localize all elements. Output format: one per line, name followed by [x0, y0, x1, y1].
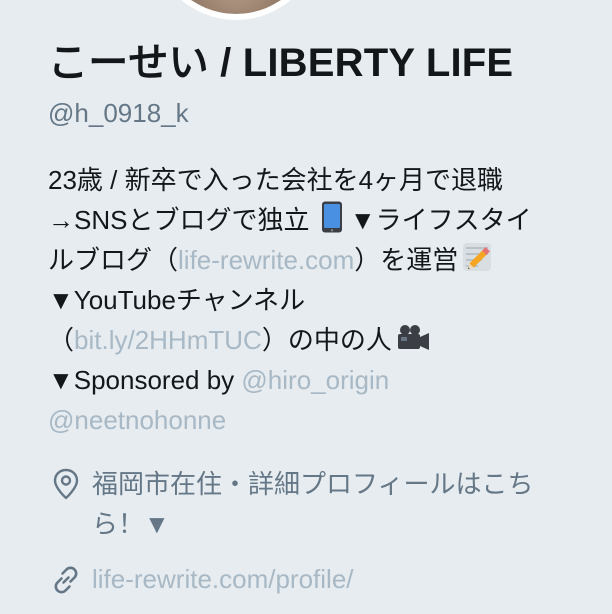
bio-link-youtube[interactable]: bit.ly/2HHmTUC: [74, 325, 262, 355]
bio-link-blog[interactable]: life-rewrite.com: [178, 245, 354, 275]
avatar-image: [157, 0, 315, 14]
bio-line: 23歳 / 新卒で入った会社を4ヶ月で退職: [48, 160, 603, 200]
bio-text: ▼YouTubeチャンネル: [48, 285, 306, 315]
profile-bio: 23歳 / 新卒で入った会社を4ヶ月で退職 →SNSとブログで独立 ▼ライフスタ…: [48, 160, 603, 440]
website-link[interactable]: life-rewrite.com/profile/: [92, 562, 354, 596]
bio-text: ルブログ（: [48, 245, 179, 275]
bio-line: →SNSとブログで独立 ▼ライフスタイ: [48, 200, 603, 240]
mention-link[interactable]: @hiro_origin: [241, 365, 389, 395]
bio-line: ルブログ（life-rewrite.com）を運営: [48, 240, 603, 280]
profile-name: こーせい / LIBERTY LIFE: [48, 41, 514, 85]
mention-link[interactable]: @neetnohonne: [48, 405, 226, 435]
bio-line: ▼YouTubeチャンネル: [48, 280, 603, 320]
bio-text: ▼ライフスタイ: [342, 205, 532, 235]
bio-text: 23歳 / 新卒で入った会社を4ヶ月で退職: [48, 165, 504, 195]
map-pin-icon: [52, 468, 80, 505]
profile-handle: @h_0918_k: [48, 98, 189, 128]
bio-line: ▼Sponsored by @hiro_origin: [48, 360, 603, 400]
link-icon: [50, 564, 82, 601]
location-text: 福岡市在住・詳細プロフィールはこちら！▼: [92, 469, 534, 539]
bio-line: @neetnohonne: [48, 400, 603, 440]
bio-text: ）を運営: [354, 245, 459, 275]
bio-text: （: [48, 325, 75, 355]
memo-emoji: [462, 241, 492, 284]
bio-text: ）の中の人: [261, 325, 392, 355]
video-camera-emoji: [396, 323, 430, 364]
bio-line: （bit.ly/2HHmTUC）の中の人: [48, 320, 603, 360]
bio-text: ▼Sponsored by: [48, 365, 242, 395]
avatar[interactable]: [151, 0, 321, 20]
mobile-phone-emoji: [321, 201, 343, 244]
bio-text: →SNSとブログで独立: [48, 205, 310, 235]
